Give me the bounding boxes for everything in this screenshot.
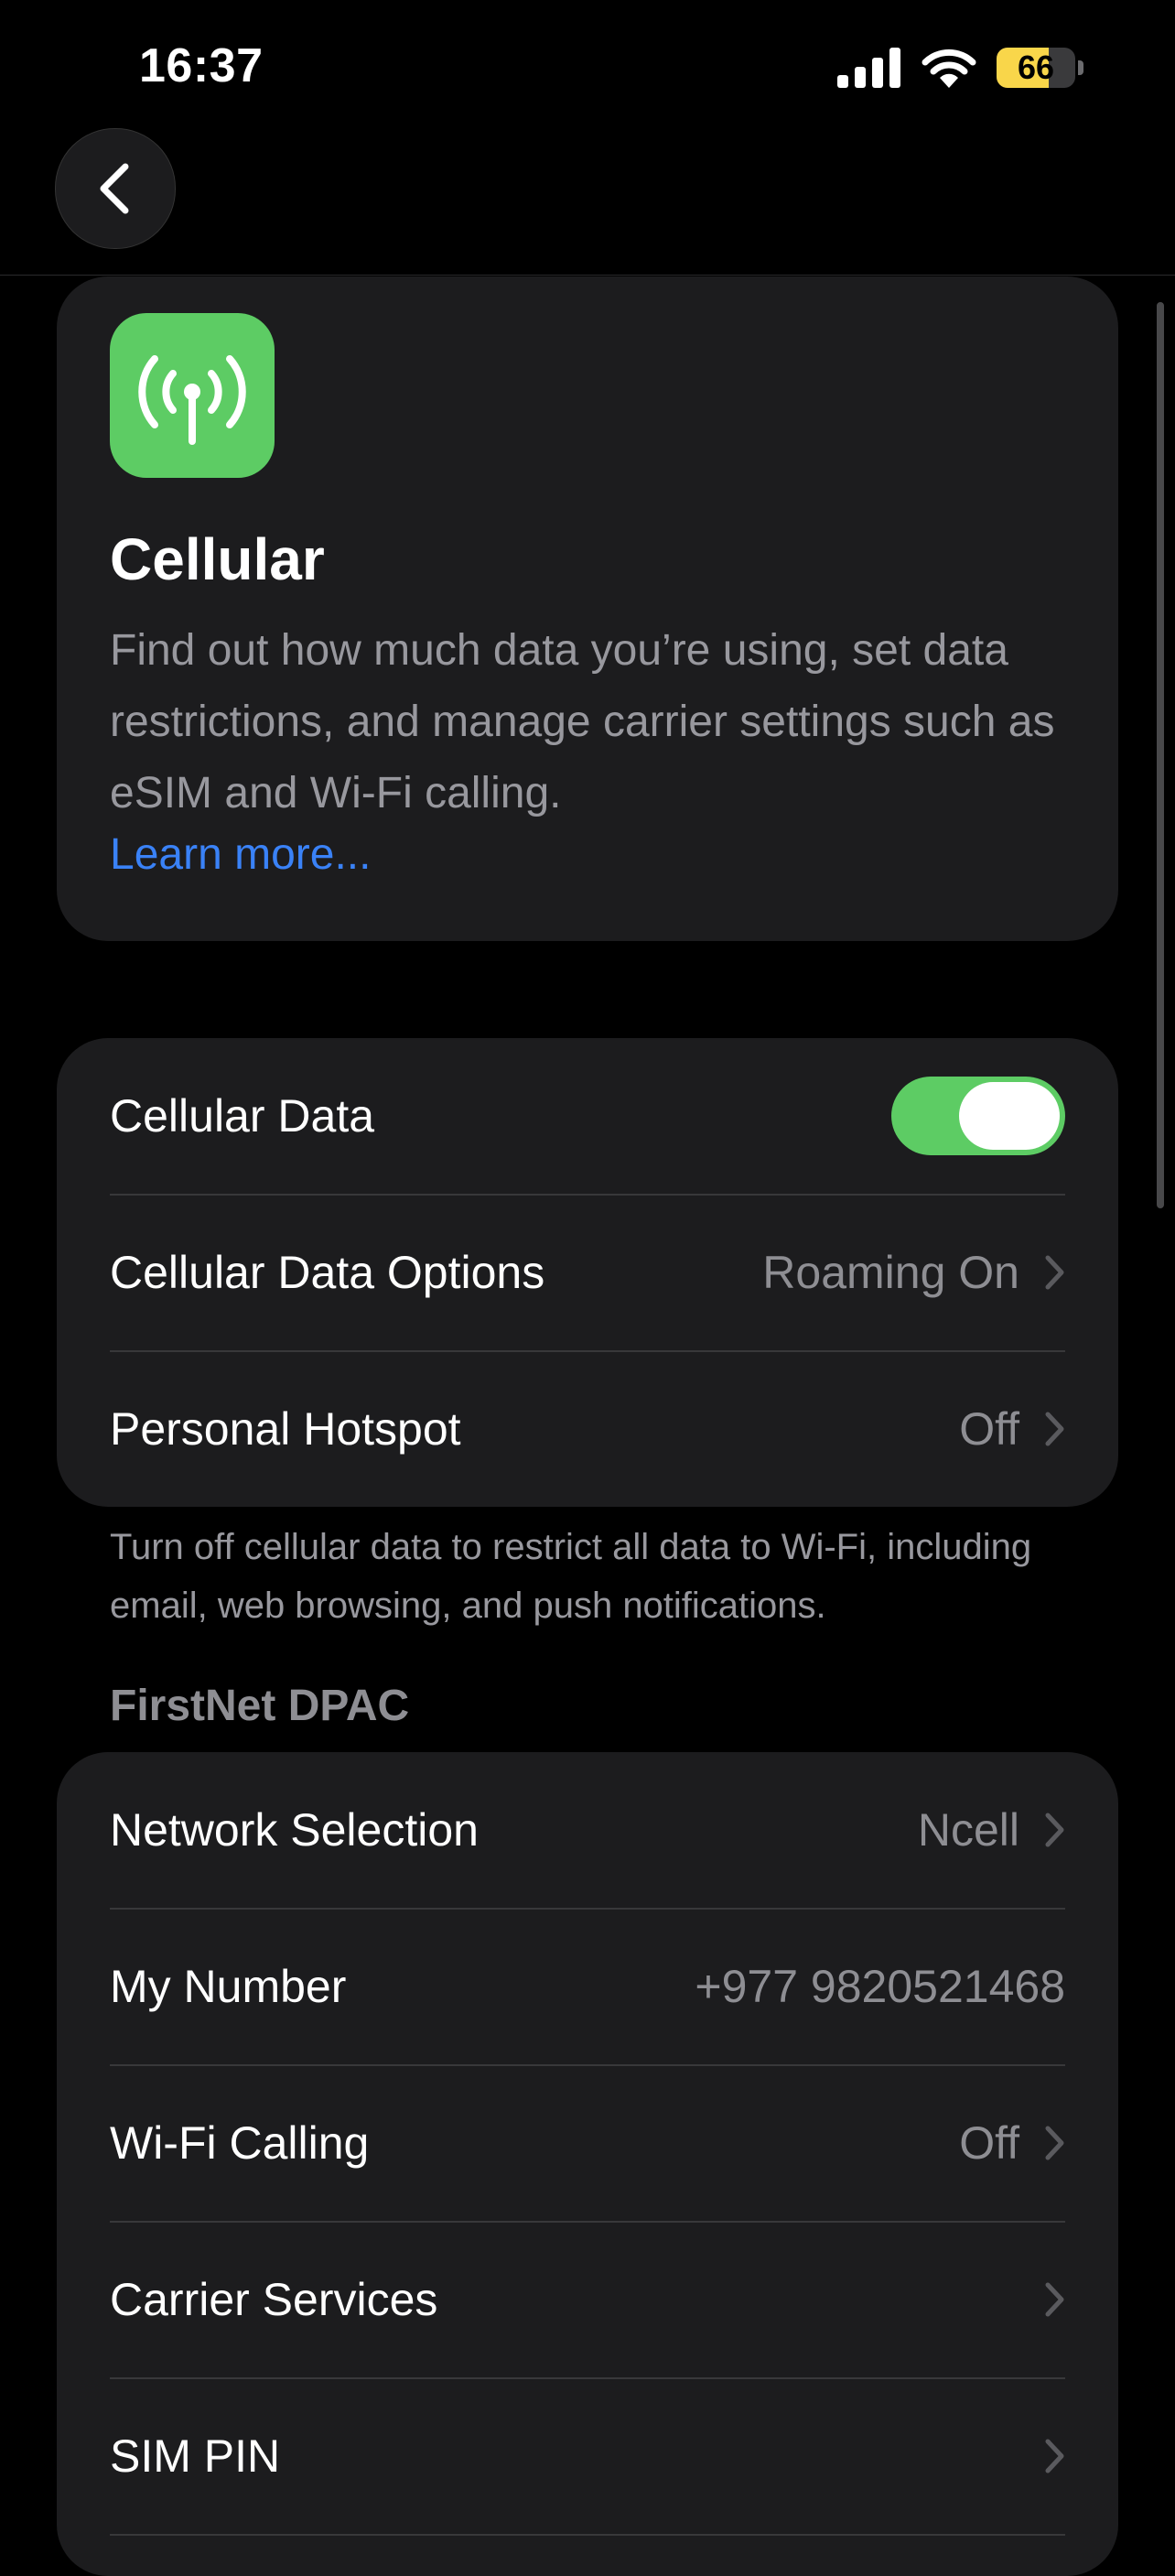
row-value: Off	[959, 1403, 1019, 1455]
carrier-services-row[interactable]: Carrier Services	[110, 2222, 1065, 2377]
status-time: 16:37	[139, 39, 264, 92]
chevron-right-icon	[1045, 2282, 1064, 2317]
wifi-icon	[922, 49, 976, 88]
cellular-data-toggle[interactable]	[891, 1077, 1065, 1155]
battery-level: 66	[1017, 49, 1055, 86]
row-label: My Number	[110, 1961, 347, 2012]
signal-icon	[837, 48, 900, 88]
section-header: FirstNet DPAC	[110, 1682, 410, 1730]
back-button[interactable]	[55, 128, 176, 249]
row-value: +977 9820521468	[695, 1961, 1065, 2012]
status-icons: 66	[837, 46, 1083, 90]
nav-bar	[0, 137, 1175, 276]
row-label: Network Selection	[110, 1804, 479, 1856]
chevron-right-icon	[1045, 2126, 1064, 2160]
antenna-icon	[138, 355, 246, 445]
row-label: Cellular Data Options	[110, 1247, 545, 1298]
personal-hotspot-row[interactable]: Personal Hotspot Off	[110, 1351, 1065, 1507]
scroll-indicator[interactable]	[1157, 302, 1164, 1208]
status-bar: 16:37 66	[0, 0, 1175, 137]
cellular-data-row[interactable]: Cellular Data	[110, 1038, 1065, 1194]
battery-icon: 66	[997, 48, 1083, 88]
cellular-app-icon	[110, 313, 275, 478]
chevron-left-icon	[100, 163, 129, 214]
toggle-knob	[959, 1082, 1060, 1150]
intro-card: Cellular Find out how much data you’re u…	[57, 276, 1118, 941]
sim-pin-row[interactable]: SIM PIN	[110, 2378, 1065, 2534]
cellular-data-options-row[interactable]: Cellular Data Options Roaming On	[110, 1195, 1065, 1350]
row-value: Roaming On	[762, 1247, 1019, 1298]
cellular-data-group: Cellular Data Cellular Data Options Roam…	[57, 1038, 1118, 1507]
intro-description: Find out how much data you’re using, set…	[110, 626, 1055, 817]
my-number-row[interactable]: My Number +977 9820521468	[110, 1909, 1065, 2064]
chevron-right-icon	[1045, 1255, 1064, 1290]
row-label: Personal Hotspot	[110, 1403, 461, 1455]
cellular-data-footer: Turn off cellular data to restrict all d…	[110, 1527, 1032, 1626]
row-label: Carrier Services	[110, 2274, 438, 2325]
row-label: Cellular Data	[110, 1090, 375, 1142]
learn-more-link[interactable]: Learn more...	[110, 829, 371, 880]
wifi-calling-row[interactable]: Wi-Fi Calling Off	[110, 2065, 1065, 2221]
row-label: Wi-Fi Calling	[110, 2117, 370, 2169]
row-label: SIM PIN	[110, 2430, 281, 2482]
chevron-right-icon	[1045, 1412, 1064, 1446]
chevron-right-icon	[1045, 1813, 1064, 1847]
row-value: Off	[959, 2117, 1019, 2169]
network-selection-row[interactable]: Network Selection Ncell	[110, 1752, 1065, 1908]
chevron-right-icon	[1045, 2439, 1064, 2473]
divider	[110, 2534, 1065, 2536]
row-value: Ncell	[917, 1804, 1019, 1856]
carrier-group: Network Selection Ncell My Number +977 9…	[57, 1752, 1118, 2576]
page-title: Cellular	[110, 526, 325, 592]
